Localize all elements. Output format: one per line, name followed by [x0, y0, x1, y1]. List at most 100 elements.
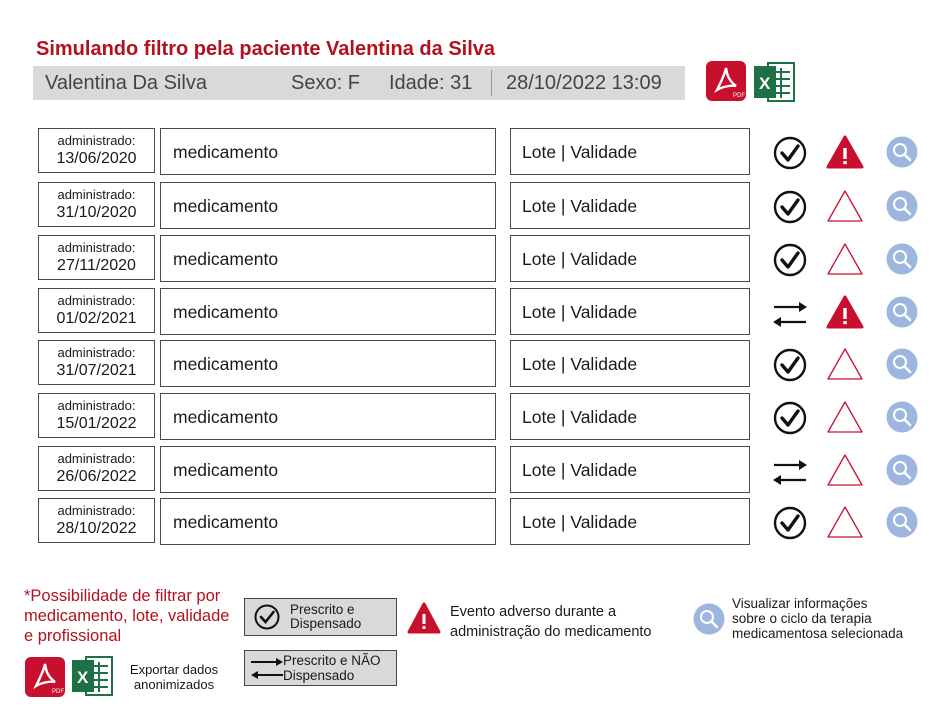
administered-date-box: administrado: 01/02/2021 — [38, 288, 155, 333]
administered-date: 15/01/2022 — [56, 415, 137, 432]
pdf-export-icon[interactable]: PDF — [24, 656, 66, 698]
legend-adverse-line1: Evento adverso durante a — [450, 604, 617, 620]
medication-name: medicamento — [173, 196, 279, 216]
warning-triangle-icon — [826, 135, 864, 169]
legend-info-line2: sobre o ciclo da terapia — [732, 611, 872, 626]
legend-not-dispensed-line1: Prescrito e NÃO — [283, 653, 381, 668]
record-datetime: 28/10/2022 13:09 — [506, 72, 662, 94]
magnifier-icon[interactable] — [886, 506, 918, 538]
batch-expiry-field[interactable]: Lote | Validade — [510, 446, 750, 493]
legend-adverse: Evento adverso durante a administração d… — [450, 602, 652, 642]
batch-expiry-label: Lote | Validade — [522, 512, 638, 532]
check-circle-icon — [773, 506, 807, 540]
filter-footnote: *Possibilidade de filtrar por medicament… — [24, 587, 230, 645]
administered-label: administrado: — [57, 398, 136, 413]
pdf-label: PDF — [52, 689, 64, 695]
check-circle-icon — [773, 243, 807, 277]
legend-not-dispensed: Prescrito e NÃO Dispensado — [244, 650, 397, 686]
administered-label: administrado: — [57, 240, 136, 255]
excel-export-icon[interactable]: X — [70, 654, 114, 698]
batch-expiry-label: Lote | Validade — [522, 407, 638, 427]
warning-triangle-icon — [407, 602, 441, 634]
administered-date-box: administrado: 31/10/2020 — [38, 182, 155, 227]
batch-expiry-field[interactable]: Lote | Validade — [510, 182, 750, 229]
medication-name: medicamento — [173, 407, 279, 427]
medication-field[interactable]: medicamento — [160, 340, 496, 387]
administered-date: 31/10/2020 — [56, 204, 137, 221]
magnifier-icon[interactable] — [886, 296, 918, 328]
batch-expiry-label: Lote | Validade — [522, 249, 638, 269]
administered-label: administrado: — [57, 133, 136, 148]
legend-dispensed-line1: Prescrito e — [290, 602, 355, 617]
batch-expiry-label: Lote | Validade — [522, 302, 638, 322]
medication-name: medicamento — [173, 354, 279, 374]
empty-triangle-icon — [827, 506, 863, 538]
legend-dispensed-line2: Dispensado — [290, 616, 362, 631]
medication-name: medicamento — [173, 302, 279, 322]
medication-name: medicamento — [173, 460, 279, 480]
medication-field[interactable]: medicamento — [160, 498, 496, 545]
administered-date-box: administrado: 27/11/2020 — [38, 235, 155, 280]
pdf-label: PDF — [733, 93, 745, 99]
magnifier-icon[interactable] — [886, 401, 918, 433]
magnifier-icon[interactable] — [886, 454, 918, 486]
legend-adverse-line2: administração do medicamento — [450, 624, 652, 640]
administered-date: 28/10/2022 — [56, 520, 137, 537]
administered-date-box: administrado: 28/10/2022 — [38, 498, 155, 543]
administered-label: administrado: — [57, 293, 136, 308]
magnifier-icon — [693, 603, 725, 635]
empty-triangle-icon — [827, 454, 863, 486]
batch-expiry-field[interactable]: Lote | Validade — [510, 340, 750, 387]
swap-arrows-icon — [251, 658, 283, 679]
administered-date: 01/02/2021 — [56, 310, 137, 327]
administered-date-box: administrado: 15/01/2022 — [38, 393, 155, 438]
administered-label: administrado: — [57, 187, 136, 202]
magnifier-icon[interactable] — [886, 348, 918, 380]
medication-field[interactable]: medicamento — [160, 128, 496, 175]
administered-date: 31/07/2021 — [56, 362, 137, 379]
administered-label: administrado: — [57, 345, 136, 360]
batch-expiry-field[interactable]: Lote | Validade — [510, 235, 750, 282]
administered-date-box: administrado: 31/07/2021 — [38, 340, 155, 385]
medication-field[interactable]: medicamento — [160, 446, 496, 493]
medication-name: medicamento — [173, 249, 279, 269]
medication-field[interactable]: medicamento — [160, 288, 496, 335]
medication-field[interactable]: medicamento — [160, 393, 496, 440]
empty-triangle-icon — [827, 243, 863, 275]
legend-info: Visualizar informações sobre o ciclo da … — [732, 596, 903, 641]
batch-expiry-field[interactable]: Lote | Validade — [510, 393, 750, 440]
batch-expiry-label: Lote | Validade — [522, 460, 638, 480]
administered-date-box: administrado: 13/06/2020 — [38, 128, 155, 173]
empty-triangle-icon — [827, 348, 863, 380]
batch-expiry-field[interactable]: Lote | Validade — [510, 128, 750, 175]
check-circle-icon — [254, 604, 280, 630]
batch-expiry-label: Lote | Validade — [522, 196, 638, 216]
administered-label: administrado: — [57, 451, 136, 466]
check-circle-icon — [773, 190, 807, 224]
medication-field[interactable]: medicamento — [160, 182, 496, 229]
legend-info-line3: medicamentosa selecionada — [732, 626, 904, 641]
patient-name: Valentina Da Silva — [45, 72, 207, 94]
legend-info-line1: Visualizar informações — [732, 596, 868, 611]
batch-expiry-label: Lote | Validade — [522, 354, 638, 374]
check-circle-icon — [773, 136, 807, 170]
warning-triangle-icon — [826, 295, 864, 329]
administered-date: 13/06/2020 — [56, 150, 137, 167]
medication-name: medicamento — [173, 512, 279, 532]
administered-date: 27/11/2020 — [57, 257, 136, 274]
administered-label: administrado: — [57, 503, 136, 518]
excel-label: X — [77, 668, 89, 687]
pdf-icon[interactable]: PDF — [705, 60, 747, 102]
patient-info-bar: Valentina Da Silva Sexo: F Idade: 31 28/… — [33, 66, 685, 100]
magnifier-icon[interactable] — [886, 190, 918, 222]
batch-expiry-field[interactable]: Lote | Validade — [510, 498, 750, 545]
magnifier-icon[interactable] — [886, 243, 918, 275]
export-label: Exportar dados anonimizados — [129, 662, 219, 692]
empty-triangle-icon — [827, 190, 863, 222]
empty-triangle-icon — [827, 401, 863, 433]
magnifier-icon[interactable] — [886, 136, 918, 168]
swap-arrows-icon — [773, 302, 807, 327]
medication-field[interactable]: medicamento — [160, 235, 496, 282]
batch-expiry-field[interactable]: Lote | Validade — [510, 288, 750, 335]
excel-icon[interactable]: X — [752, 60, 796, 104]
